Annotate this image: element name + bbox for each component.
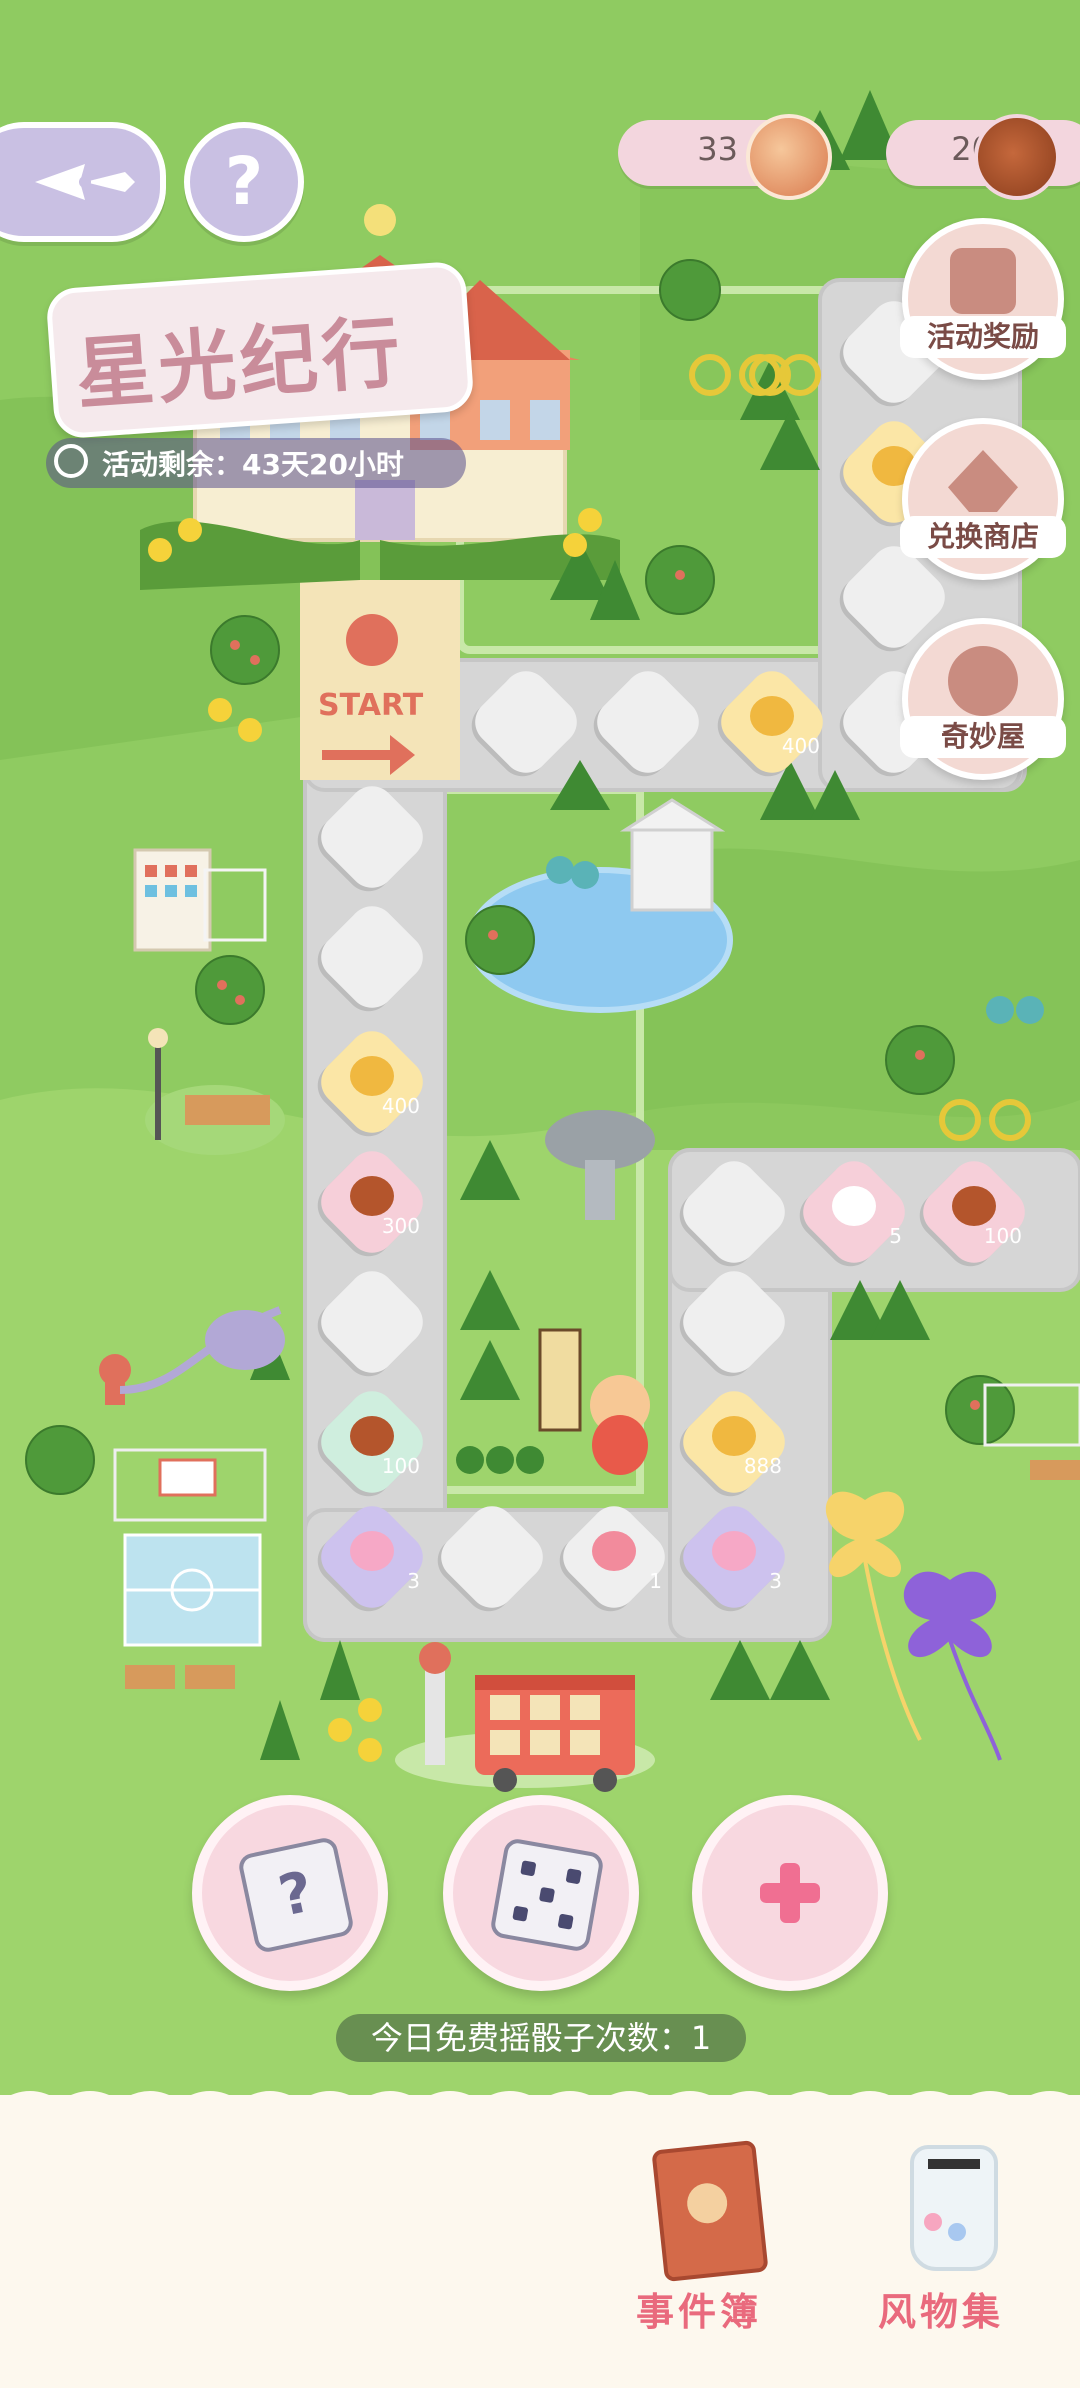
tile-label: 1 bbox=[649, 1569, 662, 1593]
back-button[interactable] bbox=[0, 122, 166, 242]
coins-icon bbox=[350, 1056, 394, 1096]
event-logo: 星光纪行 bbox=[45, 260, 475, 440]
gift-icon bbox=[592, 1531, 636, 1571]
reward-badge-icon bbox=[950, 248, 1016, 314]
collection-button[interactable]: 风物集 bbox=[870, 2145, 1030, 2355]
scalloped-edge bbox=[0, 2091, 1080, 2111]
shop-label: 兑换商店 bbox=[900, 516, 1066, 558]
book-icon bbox=[832, 1186, 876, 1226]
magic-label: 奇妙屋 bbox=[900, 716, 1066, 758]
plus-icon-vertical bbox=[780, 1863, 800, 1923]
bottom-bar: 事件簿 风物集 bbox=[0, 2091, 1080, 2388]
jar-icon bbox=[910, 2145, 998, 2271]
compass-back-icon bbox=[35, 164, 135, 200]
event-timer-text: 活动剩余：43天20小时 bbox=[102, 448, 404, 481]
mystery-dice-button[interactable]: ? bbox=[192, 1795, 388, 1991]
shop-button[interactable]: 兑换商店 bbox=[900, 418, 1066, 580]
events-button[interactable]: 事件簿 bbox=[630, 2139, 790, 2355]
currency-token[interactable]: 20 bbox=[886, 114, 1080, 200]
event-logo-text: 星光纪行 bbox=[73, 307, 407, 421]
roll-dice-button[interactable] bbox=[443, 1795, 639, 1991]
tile-label: 5 bbox=[889, 1224, 902, 1248]
collection-label: 风物集 bbox=[878, 2290, 1005, 2334]
tile-label: 300 bbox=[381, 1214, 420, 1238]
tile-label: 400 bbox=[781, 734, 820, 758]
free-rolls-text: 今日免费摇骰子次数：1 bbox=[336, 2014, 746, 2062]
mystery-dice-icon: ? bbox=[236, 1835, 356, 1955]
token-icon bbox=[952, 1186, 996, 1226]
tile-label: 400 bbox=[381, 1094, 420, 1118]
flower-icon bbox=[712, 1531, 756, 1571]
question-icon: ? bbox=[224, 143, 264, 220]
event-timer: 活动剩余：43天20小时 bbox=[46, 438, 466, 488]
tile-label: 3 bbox=[769, 1569, 782, 1593]
token-icon bbox=[350, 1416, 394, 1456]
tile-label: 100 bbox=[983, 1224, 1022, 1248]
coins-icon bbox=[712, 1416, 756, 1456]
clock-icon bbox=[54, 444, 88, 478]
add-dice-button[interactable] bbox=[692, 1795, 888, 1991]
magic-button[interactable]: 奇妙屋 bbox=[900, 618, 1066, 780]
bronze-token-icon bbox=[974, 114, 1060, 200]
start-label: START bbox=[318, 688, 424, 723]
coins-icon bbox=[750, 696, 794, 736]
reward-button[interactable]: 活动奖励 bbox=[900, 218, 1066, 380]
currency-gold[interactable]: 33 bbox=[618, 114, 832, 200]
magic-star-icon bbox=[948, 646, 1018, 716]
dice-icon bbox=[489, 1837, 605, 1953]
currency-gold-amount: 33 bbox=[697, 130, 738, 168]
flower-icon bbox=[350, 1531, 394, 1571]
reward-label: 活动奖励 bbox=[900, 316, 1066, 358]
scale-icon bbox=[948, 450, 1018, 512]
help-button[interactable]: ? bbox=[184, 122, 304, 242]
tile-label: 888 bbox=[743, 1454, 782, 1478]
token-icon bbox=[350, 1176, 394, 1216]
events-label: 事件簿 bbox=[636, 2290, 763, 2334]
tile-label: 100 bbox=[381, 1454, 420, 1478]
tile-label: 3 bbox=[407, 1569, 420, 1593]
gold-coin-icon bbox=[746, 114, 832, 200]
event-book-icon bbox=[651, 2139, 769, 2283]
